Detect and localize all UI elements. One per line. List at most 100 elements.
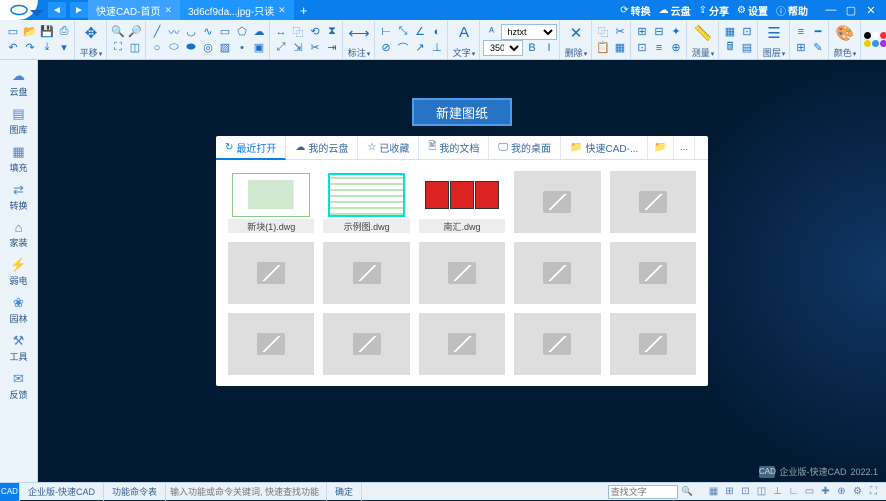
status-ico[interactable]: ⊡ (739, 486, 752, 497)
zoom-in-icon[interactable]: 🔍 (110, 24, 126, 40)
file-cell[interactable] (514, 313, 600, 375)
search-icon[interactable]: 🔍 (682, 486, 693, 497)
sidebar-item-图库[interactable]: ▤图库 (0, 104, 38, 138)
sidebar-item-转换[interactable]: ⇄转换 (0, 180, 38, 214)
undo-icon[interactable]: ↶ (5, 40, 21, 56)
sidebar-item-填充[interactable]: ▦填充 (0, 142, 38, 176)
sidebar-item-反馈[interactable]: ✉反馈 (0, 369, 38, 403)
origin-icon[interactable]: ⊕ (668, 40, 684, 56)
share-button[interactable]: ⇪分享 (699, 3, 729, 18)
close-icon[interactable]: ✕ (164, 5, 172, 16)
delete-icon[interactable]: ✕ (563, 21, 589, 45)
text-icon[interactable]: A (451, 21, 477, 45)
calc-icon[interactable]: 🖩 (722, 40, 738, 56)
nav-fwd-button[interactable]: ► (70, 2, 88, 18)
linetype-icon[interactable]: ≡ (793, 24, 809, 40)
panel-tab[interactable]: 🖹我的文档 (419, 136, 489, 159)
file-cell[interactable] (610, 313, 696, 375)
status-ico[interactable]: ⛶ (867, 486, 880, 497)
status-ico[interactable]: ⊞ (723, 486, 736, 497)
rect-icon[interactable]: ▭ (217, 24, 233, 40)
tab-add-button[interactable]: + (294, 3, 314, 18)
array-icon[interactable]: ⊡ (634, 40, 650, 56)
search-input[interactable] (608, 485, 678, 499)
panel-tab-more[interactable]: 📁 (648, 136, 673, 159)
file-cell[interactable] (610, 242, 696, 304)
mirror-icon[interactable]: ⧗ (324, 24, 340, 40)
sidebar-item-园林[interactable]: ❀园林 (0, 293, 38, 327)
ellipse-icon[interactable]: ⬭ (166, 40, 182, 56)
status-brand[interactable]: 企业版-快速CAD (20, 483, 104, 501)
sidebar-item-家装[interactable]: ⌂家装 (0, 218, 38, 251)
match-icon[interactable]: ✎ (810, 40, 826, 56)
move-icon[interactable]: ↔ (273, 24, 289, 40)
color-swatch[interactable] (872, 32, 879, 39)
table-icon[interactable]: ▤ (739, 40, 755, 56)
copy2-icon[interactable]: ⿻ (595, 24, 611, 40)
font-select[interactable]: hztxt (501, 24, 557, 40)
ungroup-icon[interactable]: ⊟ (651, 24, 667, 40)
panel-tab[interactable]: ☆已收藏 (358, 136, 419, 159)
rotate-icon[interactable]: ⟲ (307, 24, 323, 40)
file-cell[interactable] (323, 242, 409, 304)
panel-tab[interactable]: 🖵我的桌面 (489, 136, 561, 159)
command-input[interactable] (166, 487, 326, 497)
align-icon[interactable]: ≡ (651, 40, 667, 56)
lineweight-icon[interactable]: ━ (810, 24, 826, 40)
tab-file[interactable]: 3d6cf9da...jpg-只读✕ (180, 0, 294, 20)
diameter-dim-icon[interactable]: ⊘ (378, 40, 394, 56)
color-swatch[interactable] (864, 32, 871, 39)
open-icon[interactable]: 📂 (22, 24, 38, 40)
angle-dim-icon[interactable]: ∠ (412, 24, 428, 40)
file-cell[interactable]: 新块(1).dwg (228, 171, 314, 233)
file-cell[interactable] (228, 242, 314, 304)
sidebar-item-云盘[interactable]: ☁云盘 (0, 66, 38, 100)
zoom-out-icon[interactable]: 🔎 (127, 24, 143, 40)
explode-icon[interactable]: ✦ (668, 24, 684, 40)
ok-button[interactable]: 确定 (326, 483, 362, 501)
status-ico[interactable]: ⚙ (851, 486, 864, 497)
palette-icon[interactable]: 🎨 (832, 21, 858, 45)
file-cell[interactable] (514, 242, 600, 304)
revcloud-icon[interactable]: ☁ (251, 24, 267, 40)
panel-tab[interactable]: ↻最近打开 (216, 136, 286, 160)
cut-icon[interactable]: ✂ (612, 24, 628, 40)
size-select[interactable]: 350 (483, 40, 523, 56)
status-ico[interactable]: ∟ (787, 486, 800, 497)
ruler-icon[interactable]: 📏 (690, 21, 716, 45)
color-swatch[interactable] (880, 32, 886, 39)
ellipse2-icon[interactable]: ⬬ (183, 40, 199, 56)
file-cell[interactable] (419, 313, 505, 375)
print-icon[interactable]: ⎙ (56, 24, 72, 40)
file-cell[interactable]: 示例图.dwg (323, 171, 409, 233)
panel-tab[interactable]: 📁快速CAD-... (561, 136, 648, 159)
color-swatch[interactable] (864, 40, 871, 47)
status-ico[interactable]: ⊕ (835, 486, 848, 497)
color-swatch[interactable] (880, 40, 886, 47)
italic-icon[interactable]: I (541, 40, 557, 56)
help-button[interactable]: ⓘ帮助 (776, 3, 808, 18)
new-drawing-button[interactable]: 新建图纸 (412, 98, 512, 126)
point-icon[interactable]: • (234, 40, 250, 56)
prop-icon[interactable]: ⊞ (793, 40, 809, 56)
save-icon[interactable]: 💾 (39, 24, 55, 40)
block-icon[interactable]: ▣ (251, 40, 267, 56)
cmd-table-button[interactable]: 功能命令表 (104, 483, 166, 501)
cloud-button[interactable]: ☁云盘 (659, 3, 691, 18)
minimize-button[interactable]: — (822, 2, 840, 18)
nav-back-button[interactable]: ◄ (48, 2, 66, 18)
ordinate-icon[interactable]: ⊥ (429, 40, 445, 56)
polygon-icon[interactable]: ⬠ (234, 24, 250, 40)
bold-icon[interactable]: B (524, 40, 540, 56)
status-ico[interactable]: ✚ (819, 486, 832, 497)
line-icon[interactable]: ╱ (149, 24, 165, 40)
extend-icon[interactable]: ⇥ (324, 40, 340, 56)
status-ico[interactable]: ⊥ (771, 486, 784, 497)
ring-icon[interactable]: ◎ (200, 40, 216, 56)
status-ico[interactable]: ◫ (755, 486, 768, 497)
arc-icon[interactable]: ◡ (183, 24, 199, 40)
stretch-icon[interactable]: ⇲ (290, 40, 306, 56)
more-icon[interactable]: ▾ (56, 40, 72, 56)
color-swatch[interactable] (872, 40, 879, 47)
pan-icon[interactable]: ✥ (78, 21, 104, 45)
